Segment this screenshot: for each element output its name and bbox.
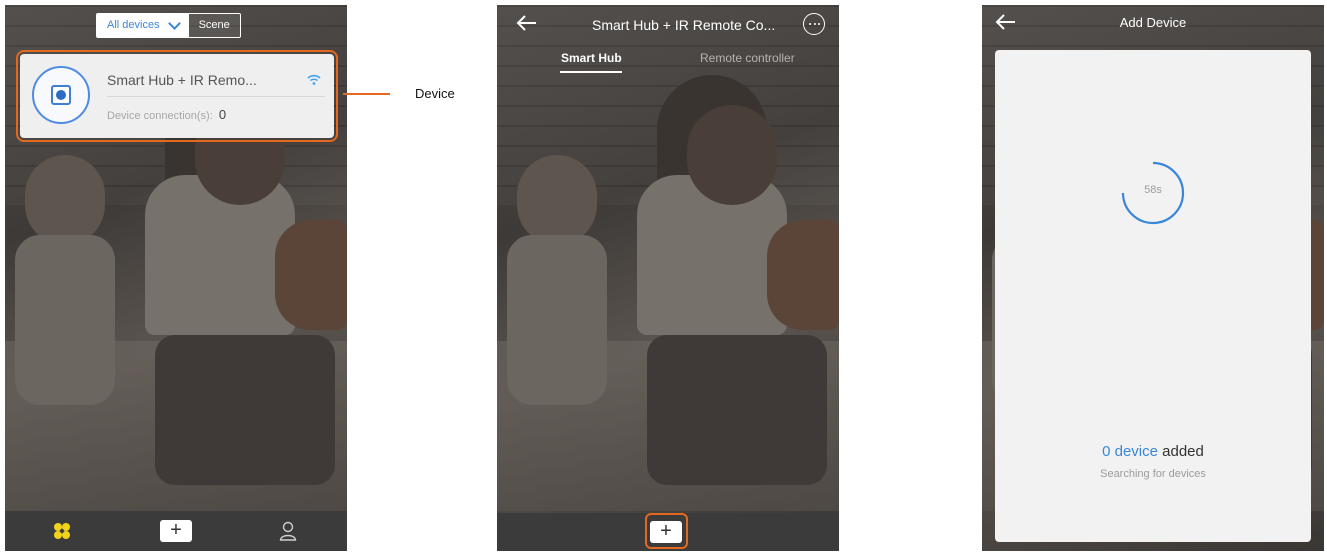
added-count: 0 device <box>1102 443 1158 460</box>
device-callout-box <box>16 50 338 142</box>
searching-status: Searching for devices <box>1100 468 1206 480</box>
chevron-down-icon <box>167 17 181 30</box>
more-options-icon[interactable] <box>803 13 825 35</box>
home-flower-icon[interactable] <box>53 522 71 540</box>
scene-label: Scene <box>198 19 230 31</box>
added-status: 0 device added <box>995 443 1311 460</box>
bottom-tab-bar: + <box>5 511 347 551</box>
add-device-screen: Add Device 58s 0 device added Searching … <box>982 5 1324 551</box>
tab-remote-controller[interactable]: Remote controller <box>700 51 795 65</box>
device-scene-toggle: All devices Scene <box>96 13 241 38</box>
smart-hub-screen: Smart Hub + IR Remote Co... Smart Hub Re… <box>497 5 839 551</box>
active-tab-indicator <box>560 71 622 73</box>
add-button-callout-box <box>645 513 688 549</box>
device-callout-label: Device <box>415 86 455 101</box>
added-suffix: added <box>1157 443 1204 460</box>
add-device-button[interactable]: + <box>160 520 192 542</box>
page-title: Smart Hub + IR Remote Co... <box>592 17 776 33</box>
background-photo <box>497 5 839 551</box>
user-icon[interactable] <box>279 521 297 541</box>
page-title: Add Device <box>1119 15 1187 30</box>
scene-tab[interactable]: Scene <box>188 14 240 37</box>
device-callout-line <box>343 93 390 95</box>
home-screen: All devices Scene Smart Hub + IR Remo...… <box>5 5 347 551</box>
all-devices-dropdown[interactable]: All devices <box>97 14 189 37</box>
search-panel: 58s 0 device added Searching for devices <box>995 50 1311 542</box>
back-arrow-icon[interactable] <box>515 14 537 32</box>
tab-smart-hub[interactable]: Smart Hub <box>561 51 622 65</box>
countdown-text: 58s <box>1144 184 1162 196</box>
all-devices-label: All devices <box>107 19 160 31</box>
